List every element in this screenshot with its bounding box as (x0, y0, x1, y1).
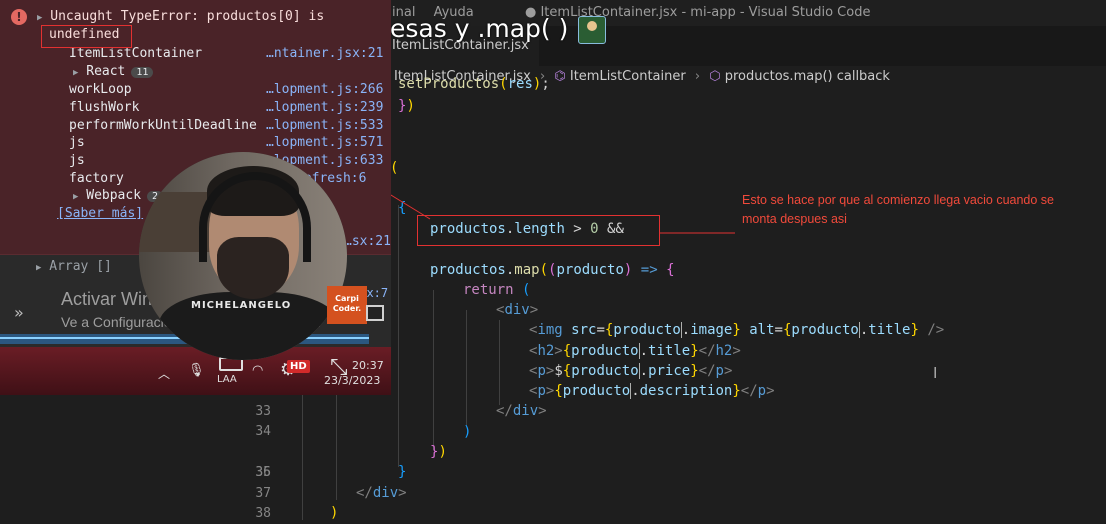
input-language[interactable]: LAA (217, 374, 237, 385)
stack-frame-fn: performWorkUntilDeadline (69, 118, 257, 133)
annotation-highlight-box (41, 25, 132, 48)
expand-triangle-icon[interactable]: ▶ (73, 68, 78, 78)
expand-triangle-icon[interactable]: ▶ (36, 263, 41, 273)
error-circle-icon: ! (11, 9, 27, 25)
stack-frame-group[interactable]: ▶ React 11 (73, 64, 154, 79)
stack-frame-link[interactable]: …lopment.js:533 (266, 118, 383, 133)
devtools-console: ! ▶ Uncaught TypeError: productos[0] is … (0, 0, 391, 395)
stack-frame-link[interactable]: …lopment.js:571 (266, 135, 383, 150)
stack-frame-fn: Webpack (86, 188, 142, 203)
expand-triangle-icon[interactable]: ▶ (37, 13, 42, 23)
array-value: Array [] (49, 259, 112, 274)
channel-logo-line: Carpi (335, 294, 359, 303)
clock-time[interactable]: 20:37 (352, 359, 384, 372)
shirt-print: MICHELANGELO (191, 300, 292, 311)
error-message[interactable]: ▶ Uncaught TypeError: productos[0] is (37, 9, 324, 24)
stack-frame-fn: React (86, 64, 126, 79)
console-array-entry[interactable]: ▶ Array [] (36, 259, 112, 274)
error-message-text: Uncaught TypeError: productos[0] is (50, 9, 325, 24)
wifi-icon[interactable]: ◠ (252, 363, 263, 378)
channel-logo: Carpi Coder. (327, 286, 367, 324)
microphone-icon[interactable]: 🎙 (188, 363, 205, 378)
stack-frame-link[interactable]: …ntainer.jsx:21 (266, 46, 383, 61)
stack-frame-fn: ItemListContainer (69, 46, 203, 61)
stack-frame-fn: workLoop (69, 82, 132, 97)
webcam-overlay: MICHELANGELO (139, 152, 347, 360)
channel-logo-line: Coder. (332, 304, 362, 313)
hd-badge: HD (287, 360, 310, 373)
stack-frame-fn: factory (69, 171, 124, 186)
saber-mas-link[interactable]: [Saber más] (57, 206, 143, 221)
stack-frame-link[interactable]: …lopment.js:239 (266, 100, 383, 115)
double-chevron-right-icon[interactable]: » (14, 303, 24, 322)
stack-frame-link[interactable]: …lopment.js:266 (266, 82, 383, 97)
stack-frame-fn: js (69, 153, 85, 168)
expand-triangle-icon[interactable]: ▶ (73, 192, 78, 202)
chevron-up-icon[interactable]: ︿ (158, 365, 170, 382)
clock-date[interactable]: 23/3/2023 (324, 374, 380, 387)
stack-frame-link[interactable]: …sx:21 (344, 234, 391, 249)
count-badge: 11 (131, 67, 154, 78)
stack-frame-fn: flushWork (69, 100, 140, 115)
notes-icon[interactable] (366, 305, 384, 321)
stack-frame-fn: js (69, 135, 85, 150)
